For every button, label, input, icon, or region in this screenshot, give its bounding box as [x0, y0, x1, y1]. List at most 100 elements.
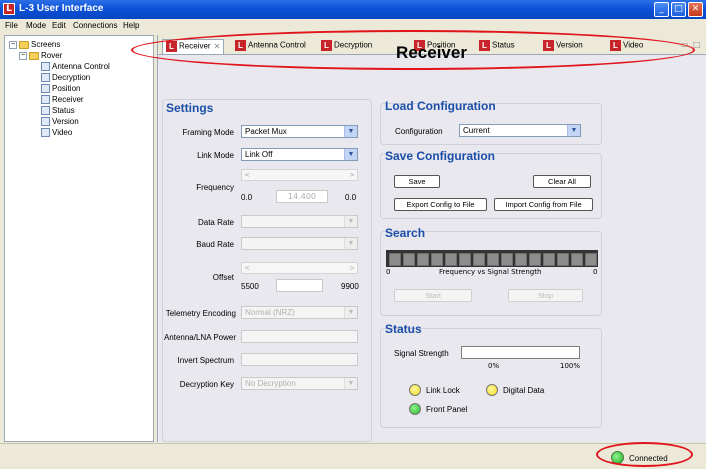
start-button[interactable]: Start [394, 289, 472, 302]
meter-segment [403, 253, 415, 266]
meter-segment [459, 253, 471, 266]
minimize-button[interactable]: _ [654, 2, 669, 17]
tree-item-version[interactable]: Version [41, 117, 79, 127]
frequency-max: 0.0 [345, 193, 357, 202]
save-configuration-title: Save Configuration [385, 149, 496, 163]
screen-icon [41, 84, 50, 94]
meter-segment [501, 253, 513, 266]
link-mode-select[interactable]: Link Off ▼ [241, 148, 358, 161]
collapse-icon[interactable]: − [19, 51, 27, 60]
chevron-down-icon: ▼ [344, 378, 357, 389]
meter-segment [473, 253, 485, 266]
frequency-min: 0.0 [241, 193, 253, 202]
chevron-down-icon: ▼ [344, 126, 357, 137]
slider-left-icon: < [244, 171, 250, 179]
meter-segment [515, 253, 527, 266]
status-title: Status [385, 322, 422, 336]
invert-spectrum-label: Invert Spectrum [177, 356, 234, 365]
offset-slider[interactable]: < > [241, 262, 358, 274]
tree-item-rover[interactable]: − Rover [19, 51, 62, 60]
menu-mode[interactable]: Mode [26, 21, 46, 30]
offset-field[interactable] [276, 279, 323, 292]
status-bar [0, 443, 706, 469]
menu-bar: File Mode Edit Connections Help [0, 19, 706, 34]
slider-right-icon: > [349, 171, 355, 179]
data-rate-select[interactable]: ▼ [241, 215, 358, 228]
tree-item-receiver[interactable]: Receiver [41, 95, 84, 105]
framing-mode-select[interactable]: Packet Mux ▼ [241, 125, 358, 138]
settings-title: Settings [166, 101, 214, 115]
offset-min: 5500 [241, 282, 259, 291]
collapse-icon[interactable]: − [9, 40, 17, 49]
meter-left-value: 0 [386, 268, 391, 276]
signal-strength-label: Signal Strength [394, 349, 449, 358]
chevron-down-icon: ▼ [344, 149, 357, 160]
signal-strength-bar [461, 346, 580, 359]
telemetry-encoding-select[interactable]: Normal (NRZ) ▼ [241, 306, 358, 319]
screen-icon [41, 117, 50, 127]
decryption-key-select[interactable]: No Decryption ▼ [241, 377, 358, 390]
slider-right-icon: > [349, 264, 355, 272]
link-lock-indicator-icon [409, 384, 421, 396]
screen-icon [41, 62, 50, 72]
close-button[interactable]: ✕ [688, 2, 703, 17]
meter-segment [487, 253, 499, 266]
tree-item-decryption[interactable]: Decryption [41, 73, 90, 83]
frequency-field[interactable]: 14.400 [276, 190, 328, 203]
folder-icon [29, 51, 39, 60]
menu-edit[interactable]: Edit [52, 21, 66, 30]
front-panel-indicator-icon [409, 403, 421, 415]
chevron-down-icon: ▼ [344, 216, 357, 227]
meter-right-value: 0 [593, 268, 598, 276]
data-rate-label: Data Rate [197, 218, 234, 227]
tree-item-antenna-control[interactable]: Antenna Control [41, 62, 110, 72]
menu-file[interactable]: File [5, 21, 18, 30]
tree-item-position[interactable]: Position [41, 84, 80, 94]
tree-item-video[interactable]: Video [41, 128, 72, 138]
meter-segment [417, 253, 429, 266]
save-button[interactable]: Save [394, 175, 440, 188]
search-title: Search [385, 226, 426, 240]
meter-caption: Frequency vs Signal Strength [439, 268, 542, 276]
antenna-lna-power-field[interactable] [241, 330, 358, 343]
offset-label: Offset [212, 273, 234, 282]
baud-rate-label: Baud Rate [196, 240, 234, 249]
tree-item-screens[interactable]: − Screens [9, 40, 60, 49]
window-title: L-3 User Interface [19, 3, 104, 14]
meter-segment [585, 253, 597, 266]
load-configuration-title: Load Configuration [385, 99, 496, 113]
decryption-key-label: Decryption Key [179, 380, 234, 389]
tree-item-status[interactable]: Status [41, 106, 75, 116]
configuration-label: Configuration [395, 127, 443, 136]
antenna-lna-power-label: Antenna/LNA Power [163, 333, 236, 342]
baud-rate-select[interactable]: ▼ [241, 237, 358, 250]
stop-button[interactable]: Stop [508, 289, 583, 302]
link-lock-label: Link Lock [426, 386, 460, 395]
chevron-down-icon: ▼ [344, 307, 357, 318]
meter-segment [529, 253, 541, 266]
offset-max: 9900 [341, 282, 359, 291]
screens-tree: − Screens − Rover Antenna Control Decrypti… [4, 35, 154, 442]
link-mode-label: Link Mode [197, 151, 234, 160]
meter-segment [431, 253, 443, 266]
configuration-select[interactable]: Current ▼ [459, 124, 581, 137]
export-config-button[interactable]: Export Config to File [394, 198, 487, 211]
signal-max-label: 100% [560, 362, 581, 370]
slider-left-icon: < [244, 264, 250, 272]
screen-icon [41, 95, 50, 105]
title-bar: L L-3 User Interface _ □ ✕ [0, 0, 706, 19]
meter-segment [571, 253, 583, 266]
page-title: Receiver [396, 43, 467, 62]
screen-icon [41, 73, 50, 83]
maximize-button[interactable]: □ [671, 2, 686, 17]
menu-help[interactable]: Help [123, 21, 139, 30]
app-logo-icon: L [3, 3, 15, 15]
meter-segment [389, 253, 401, 266]
clear-all-button[interactable]: Clear All [533, 175, 591, 188]
frequency-slider[interactable]: < > [241, 169, 358, 181]
menu-connections[interactable]: Connections [73, 21, 117, 30]
import-config-button[interactable]: Import Config from File [494, 198, 593, 211]
screen-icon [41, 128, 50, 138]
invert-spectrum-field[interactable] [241, 353, 358, 366]
chevron-down-icon: ▼ [567, 125, 580, 136]
